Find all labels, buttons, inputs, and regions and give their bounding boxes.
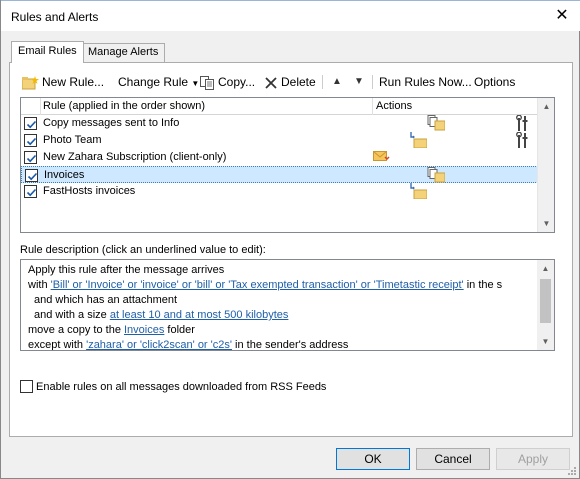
scroll-up-button[interactable]: ▲	[538, 98, 554, 115]
description-line: except with 'zahara' or 'click2scan' or …	[28, 338, 349, 351]
move-down-button[interactable]: ▼	[354, 73, 364, 91]
toolbar-separator	[372, 75, 373, 89]
words-in-subject-link[interactable]: 'Bill' or 'Invoice' or 'invoice' or 'bil…	[51, 279, 464, 291]
options-label: Options	[474, 75, 516, 89]
new-rule-button[interactable]: New Rule...	[22, 73, 104, 91]
description-line: Apply this rule after the message arrive…	[28, 264, 225, 276]
mail-flag-icon	[373, 151, 390, 161]
run-rules-label: Run Rules Now...	[379, 75, 472, 89]
rule-checkbox[interactable]	[24, 134, 37, 147]
scrollbar-thumb[interactable]	[540, 279, 551, 323]
scroll-down-icon: ▼	[542, 219, 551, 228]
sender-words-link[interactable]: 'zahara' or 'click2scan' or 'c2s'	[86, 339, 232, 350]
rule-checkbox[interactable]	[24, 151, 37, 164]
tab-manage-alerts[interactable]: Manage Alerts	[81, 43, 166, 62]
tab-manage-alerts-label: Manage Alerts	[88, 46, 159, 58]
rule-description-label: Rule description (click an underlined va…	[20, 244, 266, 256]
window-title: Rules and Alerts	[11, 10, 99, 24]
rule-checkbox[interactable]	[24, 117, 37, 130]
description-text: and with a size	[34, 309, 110, 321]
description-text: in the s	[463, 279, 503, 291]
arrow-up-icon: ▲	[332, 76, 342, 87]
move-to-folder-icon	[410, 183, 427, 199]
rule-row[interactable]: New Zahara Subscription (client-only)	[21, 149, 538, 166]
description-line: and with a size at least 10 and at most …	[34, 308, 288, 322]
checkmark-icon	[26, 120, 37, 129]
rule-row[interactable]: FastHosts invoices	[21, 183, 538, 200]
description-text: move a copy to the	[28, 324, 124, 336]
delete-icon	[265, 77, 277, 89]
checkmark-icon	[26, 188, 37, 197]
title-bar: Rules and Alerts ✕	[1, 0, 580, 31]
delete-label: Delete	[281, 75, 316, 89]
copy-to-folder-icon	[427, 167, 445, 183]
rule-row[interactable]: Photo Team	[21, 132, 538, 149]
copy-rule-button[interactable]: Copy...	[200, 73, 255, 91]
change-rule-label: Change Rule	[118, 75, 189, 89]
description-text: with	[28, 279, 51, 291]
rules-list-scrollbar[interactable]: ▲ ▼	[537, 98, 554, 232]
description-line: move a copy to the Invoices folder	[28, 323, 195, 337]
column-header-actions[interactable]: Actions	[374, 98, 412, 114]
rule-label: Photo Team	[43, 134, 102, 146]
rules-list[interactable]: Rule (applied in the order shown) Action…	[20, 97, 555, 233]
rule-row[interactable]: Copy messages sent to Info	[21, 115, 538, 132]
description-line: and which has an attachment	[34, 294, 178, 306]
scroll-up-icon: ▲	[541, 264, 550, 273]
toolbar-separator	[322, 75, 323, 89]
new-rule-label: New Rule...	[42, 75, 105, 89]
rule-label: New Zahara Subscription (client-only)	[43, 151, 227, 163]
rule-row[interactable]: Invoices	[21, 166, 538, 183]
scroll-up-button[interactable]: ▲	[537, 260, 554, 277]
options-button[interactable]: Options	[474, 73, 515, 91]
rule-label: FastHosts invoices	[43, 185, 136, 197]
ok-button[interactable]: OK	[336, 448, 410, 470]
rule-label: Invoices	[44, 169, 85, 181]
checkmark-icon	[26, 137, 37, 146]
arrow-down-icon: ▼	[354, 76, 364, 87]
rule-checkbox[interactable]	[25, 169, 38, 182]
email-rules-panel: New Rule... Change Rule ▼ Copy... Delete	[9, 62, 573, 437]
description-text: folder	[164, 324, 195, 336]
rule-description-box: Apply this rule after the message arrive…	[20, 259, 555, 351]
chevron-down-icon: ▼	[191, 79, 200, 88]
tab-email-rules-label: Email Rules	[18, 45, 77, 57]
description-text: except with	[28, 339, 87, 351]
checkmark-icon	[27, 172, 38, 181]
size-range-link[interactable]: at least 10 and at most 500 kilobytes	[110, 309, 289, 321]
move-to-folder-icon	[410, 132, 427, 148]
move-up-button[interactable]: ▲	[332, 73, 342, 91]
copy-icon	[200, 75, 214, 90]
rss-checkbox-label: Enable rules on all messages downloaded …	[36, 381, 327, 393]
scroll-down-button[interactable]: ▼	[538, 215, 554, 232]
rule-checkbox[interactable]	[24, 185, 37, 198]
tools-icon	[516, 115, 528, 131]
scroll-up-icon: ▲	[542, 102, 551, 111]
cancel-button[interactable]: Cancel	[416, 448, 490, 470]
close-button[interactable]: ✕	[549, 5, 575, 27]
tab-email-rules[interactable]: Email Rules	[11, 41, 84, 63]
run-rules-now-button[interactable]: Run Rules Now...	[379, 73, 472, 91]
rule-label: Copy messages sent to Info	[43, 117, 180, 129]
checkmark-icon	[26, 154, 37, 163]
description-scrollbar[interactable]: ▲ ▼	[537, 260, 554, 350]
description-line: with 'Bill' or 'Invoice' or 'invoice' or…	[28, 278, 502, 292]
resize-grip-icon[interactable]	[567, 466, 577, 476]
tools-icon	[516, 132, 528, 148]
folder-link[interactable]: Invoices	[124, 324, 164, 336]
apply-button[interactable]: Apply	[496, 448, 570, 470]
copy-label: Copy...	[218, 75, 256, 89]
scroll-down-icon: ▼	[541, 337, 550, 346]
new-rule-icon	[22, 75, 39, 90]
close-icon: ✕	[555, 7, 569, 24]
delete-rule-button[interactable]: Delete	[264, 73, 316, 91]
scroll-down-button[interactable]: ▼	[537, 333, 554, 350]
change-rule-button[interactable]: Change Rule ▼	[118, 73, 199, 91]
rss-checkbox[interactable]	[20, 380, 33, 393]
rules-list-header: Rule (applied in the order shown) Action…	[21, 98, 538, 115]
column-header-rule[interactable]: Rule (applied in the order shown)	[40, 98, 373, 115]
rules-and-alerts-dialog: Rules and Alerts ✕ Email Rules Manage Al…	[0, 0, 580, 479]
description-text: in the sender's address	[231, 339, 349, 351]
copy-to-folder-icon	[427, 115, 445, 131]
